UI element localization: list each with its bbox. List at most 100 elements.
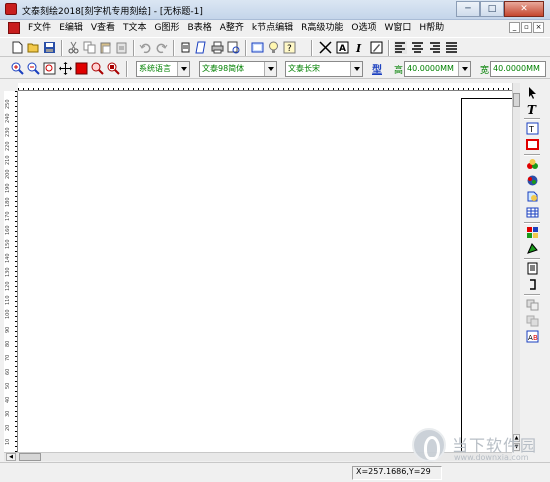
text-ab-icon[interactable]: AB: [524, 329, 540, 344]
copy-icon[interactable]: [82, 40, 97, 55]
height-input-value: 40.0000MM: [407, 64, 454, 73]
app-icon[interactable]: [5, 3, 17, 15]
chevron-down-icon[interactable]: [177, 62, 189, 76]
menu-advanced[interactable]: R高级功能: [297, 20, 347, 36]
height-input[interactable]: 40.0000MM: [404, 61, 471, 77]
outline-icon[interactable]: [524, 241, 540, 256]
help-icon[interactable]: ?: [282, 40, 297, 55]
align-right-icon[interactable]: [427, 40, 442, 55]
align-left-icon[interactable]: [393, 40, 408, 55]
ruler-number: 240: [5, 113, 11, 123]
save-icon[interactable]: [42, 40, 57, 55]
ruler-number: 30: [5, 410, 11, 417]
menu-window[interactable]: W窗口: [380, 20, 415, 36]
paste-special-icon[interactable]: [114, 40, 129, 55]
new-file-icon[interactable]: [10, 40, 25, 55]
shape-button[interactable]: 型: [372, 61, 382, 76]
close-button[interactable]: ✕: [504, 1, 544, 17]
zoom-in-icon[interactable]: [10, 61, 25, 76]
select-arrow-icon[interactable]: [524, 85, 540, 100]
ruler-number: 40: [5, 396, 11, 403]
watermark-logo-icon: [412, 428, 446, 462]
justify-icon[interactable]: [444, 40, 459, 55]
svg-text:T: T: [528, 125, 534, 134]
style-select[interactable]: 文泰长宋: [285, 61, 363, 77]
language-select[interactable]: 系统语言: [136, 61, 190, 77]
vertical-text-icon[interactable]: T: [524, 121, 540, 136]
redo-icon[interactable]: [154, 40, 169, 55]
menu-help[interactable]: H帮助: [415, 20, 448, 36]
align-center-icon[interactable]: [410, 40, 425, 55]
shape-icon[interactable]: [524, 189, 540, 204]
menu-table[interactable]: B表格: [184, 20, 216, 36]
ruler-number: 230: [5, 127, 11, 137]
width-label: 宽: [480, 66, 490, 76]
mdi-restore-button[interactable]: ▫: [521, 22, 532, 33]
text-tool-icon[interactable]: T: [524, 101, 540, 116]
open-folder-icon[interactable]: [26, 40, 41, 55]
mdi-close-button[interactable]: ×: [533, 22, 544, 33]
cut-icon[interactable]: [66, 40, 81, 55]
menu-file[interactable]: F文件: [24, 20, 55, 36]
zoom-fit-icon[interactable]: [42, 61, 57, 76]
scroll-left-icon[interactable]: ◀: [6, 453, 16, 461]
title-bar: 文泰刻绘2018[刻字机专用刻绘] - [无标题-1] ─ □ ✕: [0, 0, 550, 20]
menu-options[interactable]: O选项: [347, 20, 380, 36]
svg-text:B: B: [533, 334, 538, 342]
weld-icon[interactable]: [524, 297, 540, 312]
print-icon[interactable]: [210, 40, 225, 55]
minimize-button[interactable]: ─: [456, 1, 480, 17]
color-square-icon[interactable]: [74, 61, 89, 76]
zoom-out-icon[interactable]: [26, 61, 41, 76]
vertical-scroll-thumb[interactable]: [513, 93, 520, 107]
drawing-canvas[interactable]: [18, 91, 512, 452]
width-input-value: 40.0000MM: [493, 64, 540, 73]
paste-icon[interactable]: [98, 40, 113, 55]
ruler-number: 210: [5, 155, 11, 165]
bracket-icon[interactable]: [524, 277, 540, 292]
zoom-page-icon[interactable]: [106, 61, 121, 76]
italic-icon[interactable]: I: [352, 40, 367, 55]
edit-text-icon[interactable]: [369, 40, 384, 55]
undo-icon[interactable]: [138, 40, 153, 55]
table-icon[interactable]: [524, 205, 540, 220]
document-icon[interactable]: [8, 22, 20, 34]
pan-icon[interactable]: [58, 61, 73, 76]
horizontal-scroll-thumb[interactable]: [19, 453, 41, 461]
output-icon[interactable]: [194, 40, 209, 55]
transform-icon[interactable]: [318, 40, 333, 55]
frame-icon[interactable]: [250, 40, 265, 55]
menu-align[interactable]: A整齐: [216, 20, 248, 36]
text-box-icon[interactable]: A: [335, 40, 350, 55]
ruler-number: 190: [5, 183, 11, 193]
combine-icon[interactable]: [524, 313, 540, 328]
ruler-number: 70: [5, 354, 11, 361]
height-label: 高: [394, 66, 404, 76]
maximize-button[interactable]: □: [480, 1, 504, 17]
menu-view[interactable]: V查看: [87, 20, 119, 36]
mdi-minimize-button[interactable]: _: [509, 22, 520, 33]
cut-preview-icon[interactable]: [226, 40, 241, 55]
ruler-number: 90: [5, 326, 11, 333]
window-controls: ─ □ ✕: [456, 1, 544, 17]
chevron-down-icon[interactable]: [458, 62, 470, 76]
menu-text[interactable]: T文本: [119, 20, 151, 36]
document-icon[interactable]: [524, 261, 540, 276]
zoom-area-icon[interactable]: [90, 61, 105, 76]
vertical-scrollbar[interactable]: ▲ ▼: [512, 83, 520, 452]
bulb-icon[interactable]: [266, 40, 281, 55]
menu-node-edit[interactable]: k节点编辑: [248, 20, 297, 36]
rectangle-icon[interactable]: [524, 137, 540, 152]
menu-edit[interactable]: E编辑: [55, 20, 87, 36]
svg-text:?: ?: [287, 44, 292, 54]
grid-color-icon[interactable]: [524, 225, 540, 240]
chevron-down-icon[interactable]: [264, 62, 276, 76]
color-palette-icon[interactable]: [524, 173, 540, 188]
language-select-value: 系统语言: [139, 64, 171, 73]
print-preview-icon[interactable]: [178, 40, 193, 55]
chevron-down-icon[interactable]: [350, 62, 362, 76]
menu-graphics[interactable]: G图形: [151, 20, 184, 36]
color-fill-icon[interactable]: [524, 157, 540, 172]
width-input[interactable]: 40.0000MM: [490, 61, 546, 77]
font-select[interactable]: 文泰98简体: [199, 61, 277, 77]
